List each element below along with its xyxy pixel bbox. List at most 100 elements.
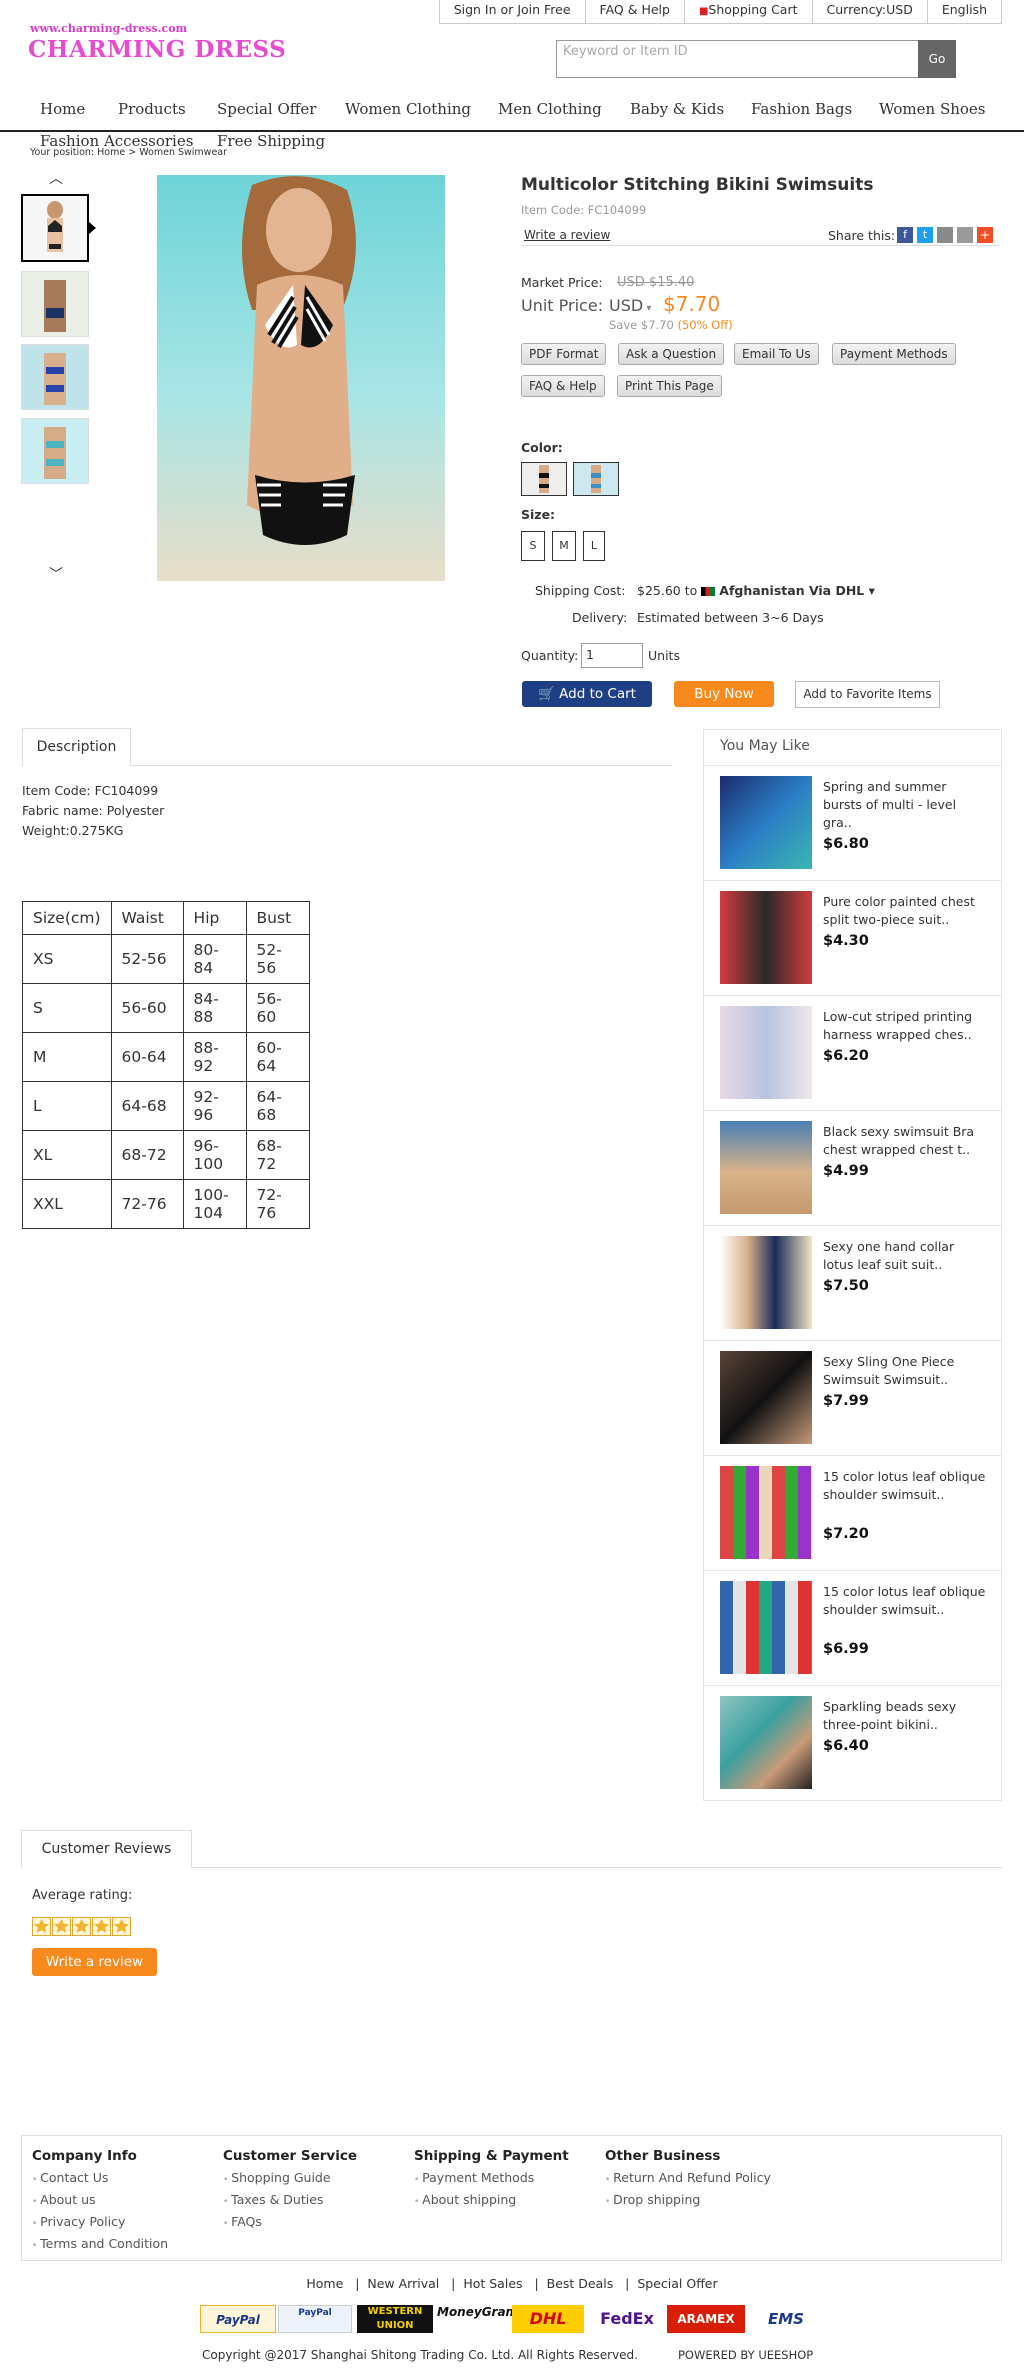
list-item[interactable]: Spring and summer bursts of multi - leve… bbox=[704, 765, 1001, 880]
footer-nav-hot-sales[interactable]: Hot Sales bbox=[463, 2276, 522, 2291]
product-thumbnail[interactable] bbox=[720, 1466, 812, 1559]
footer-link[interactable]: Contact Us bbox=[32, 2168, 168, 2190]
main-nav: Home Products Special Offer Women Clothi… bbox=[0, 92, 1024, 150]
twitter-icon[interactable]: t bbox=[917, 227, 933, 243]
list-item[interactable]: Sexy one hand collar lotus leaf suit sui… bbox=[704, 1225, 1001, 1340]
nav-women-clothing[interactable]: Women Clothing bbox=[345, 100, 471, 118]
list-item[interactable]: Pure color painted chest split two-piece… bbox=[704, 880, 1001, 995]
product-thumbnail[interactable] bbox=[720, 1006, 812, 1099]
footer-links: Company Info Contact Us About us Privacy… bbox=[21, 2135, 1002, 2261]
account-links: Sign In or Join Free bbox=[440, 0, 585, 23]
product-name[interactable]: Sparkling beads sexy three-point bikini.… bbox=[823, 1698, 988, 1734]
email-to-us-button[interactable]: Email To Us bbox=[734, 343, 819, 365]
product-name[interactable]: 15 color lotus leaf oblique shoulder swi… bbox=[823, 1583, 988, 1619]
footer-link[interactable]: Privacy Policy bbox=[32, 2212, 168, 2234]
sign-in-link[interactable]: Sign In bbox=[454, 2, 497, 17]
product-thumbnail[interactable] bbox=[720, 1581, 812, 1674]
search-input[interactable]: Keyword or Item ID bbox=[556, 40, 920, 78]
footer-link[interactable]: About shipping bbox=[414, 2190, 569, 2212]
footer-nav-home[interactable]: Home bbox=[306, 2276, 343, 2291]
product-thumbnail[interactable] bbox=[720, 1351, 812, 1444]
cart-link[interactable]: ■Shopping Cart bbox=[683, 0, 812, 23]
nav-baby-kids[interactable]: Baby & Kids bbox=[630, 100, 724, 118]
product-name[interactable]: Black sexy swimsuit Bra chest wrapped ch… bbox=[823, 1123, 988, 1159]
footer-link[interactable]: FAQs bbox=[223, 2212, 357, 2234]
tab-description[interactable]: Description bbox=[22, 728, 131, 766]
product-main-image[interactable] bbox=[157, 175, 445, 581]
product-name[interactable]: Sexy one hand collar lotus leaf suit sui… bbox=[823, 1238, 988, 1274]
quantity-input[interactable]: 1 bbox=[581, 643, 643, 668]
unit-currency-select[interactable]: USD ▾ bbox=[609, 296, 651, 315]
footer-link[interactable]: Payment Methods bbox=[414, 2168, 569, 2190]
footer-nav-special-offer[interactable]: Special Offer bbox=[637, 2276, 717, 2291]
currency-selector[interactable]: Currency:USD bbox=[811, 0, 927, 23]
gallery-thumb[interactable] bbox=[21, 418, 89, 484]
add-to-favorites-button[interactable]: Add to Favorite Items bbox=[795, 681, 940, 708]
footer-link[interactable]: Taxes & Duties bbox=[223, 2190, 357, 2212]
print-icon[interactable] bbox=[937, 227, 953, 243]
color-swatch-black[interactable] bbox=[521, 462, 567, 496]
write-review-button[interactable]: Write a review bbox=[32, 1948, 157, 1976]
product-thumbnail[interactable] bbox=[720, 891, 812, 984]
gallery-up-arrow-icon[interactable]: ︿ bbox=[49, 168, 63, 188]
add-to-cart-button[interactable]: 🛒 Add to Cart bbox=[522, 681, 652, 707]
faq-help-button[interactable]: FAQ & Help bbox=[521, 375, 605, 397]
footer-link[interactable]: Drop shipping bbox=[605, 2190, 771, 2212]
footer-link[interactable]: Shopping Guide bbox=[223, 2168, 357, 2190]
footer-nav-best-deals[interactable]: Best Deals bbox=[547, 2276, 614, 2291]
list-item[interactable]: 15 color lotus leaf oblique shoulder swi… bbox=[704, 1455, 1001, 1570]
nav-free-shipping[interactable]: Free Shipping bbox=[217, 132, 325, 150]
product-name[interactable]: Pure color painted chest split two-piece… bbox=[823, 893, 988, 929]
nav-products[interactable]: Products bbox=[118, 100, 186, 118]
size-option-s[interactable]: S bbox=[521, 531, 545, 561]
nav-special-offer[interactable]: Special Offer bbox=[217, 100, 316, 118]
product-name[interactable]: Sexy Sling One Piece Swimsuit Swimsuit.. bbox=[823, 1353, 988, 1389]
list-item[interactable]: Sexy Sling One Piece Swimsuit Swimsuit..… bbox=[704, 1340, 1001, 1455]
language-selector[interactable]: English bbox=[926, 0, 1001, 23]
addthis-icon[interactable]: + bbox=[977, 227, 993, 243]
search-button[interactable]: Go bbox=[918, 40, 956, 78]
color-label: Color: bbox=[521, 440, 563, 455]
buy-now-button[interactable]: Buy Now bbox=[674, 681, 774, 707]
product-thumbnail[interactable] bbox=[720, 1121, 812, 1214]
tab-customer-reviews[interactable]: Customer Reviews bbox=[21, 1830, 192, 1868]
nav-men-clothing[interactable]: Men Clothing bbox=[498, 100, 602, 118]
logo-url[interactable]: www.charming-dress.com bbox=[30, 22, 187, 35]
size-label: Size: bbox=[521, 507, 556, 522]
gallery-thumb[interactable] bbox=[21, 194, 89, 262]
product-name[interactable]: 15 color lotus leaf oblique shoulder swi… bbox=[823, 1468, 988, 1504]
list-item[interactable]: Black sexy swimsuit Bra chest wrapped ch… bbox=[704, 1110, 1001, 1225]
payment-methods-button[interactable]: Payment Methods bbox=[832, 343, 956, 365]
nav-home[interactable]: Home bbox=[40, 100, 85, 118]
size-option-l[interactable]: L bbox=[583, 531, 605, 561]
product-thumbnail[interactable] bbox=[720, 1236, 812, 1329]
print-page-button[interactable]: Print This Page bbox=[617, 375, 722, 397]
list-item[interactable]: Sparkling beads sexy three-point bikini.… bbox=[704, 1685, 1001, 1800]
nav-fashion-bags[interactable]: Fashion Bags bbox=[751, 100, 852, 118]
list-item[interactable]: 15 color lotus leaf oblique shoulder swi… bbox=[704, 1570, 1001, 1685]
faq-link[interactable]: FAQ & Help bbox=[584, 0, 684, 23]
product-name[interactable]: Spring and summer bursts of multi - leve… bbox=[823, 778, 988, 832]
product-thumbnail[interactable] bbox=[720, 776, 812, 869]
size-option-m[interactable]: M bbox=[552, 531, 576, 561]
footer-nav-new-arrival[interactable]: New Arrival bbox=[367, 2276, 439, 2291]
logo[interactable]: CHARMING DRESS bbox=[28, 36, 286, 63]
facebook-icon[interactable]: f bbox=[897, 227, 913, 243]
footer-link[interactable]: Terms and Condition bbox=[32, 2234, 168, 2256]
nav-women-shoes[interactable]: Women Shoes bbox=[879, 100, 986, 118]
footer-link[interactable]: Return And Refund Policy bbox=[605, 2168, 771, 2190]
write-review-link[interactable]: Write a review bbox=[524, 228, 610, 242]
pdf-format-button[interactable]: PDF Format bbox=[521, 343, 607, 365]
footer-link[interactable]: About us bbox=[32, 2190, 168, 2212]
shipping-destination-select[interactable]: Afghanistan Via DHL ▾ bbox=[719, 583, 875, 598]
product-name[interactable]: Low-cut striped printing harness wrapped… bbox=[823, 1008, 988, 1044]
list-item[interactable]: Low-cut striped printing harness wrapped… bbox=[704, 995, 1001, 1110]
gallery-thumb[interactable] bbox=[21, 271, 89, 337]
gallery-down-arrow-icon[interactable]: ﹀ bbox=[49, 564, 63, 584]
gallery-thumb[interactable] bbox=[21, 344, 89, 410]
ask-question-button[interactable]: Ask a Question bbox=[618, 343, 725, 365]
product-thumbnail[interactable] bbox=[720, 1696, 812, 1789]
join-free-link[interactable]: Join Free bbox=[517, 2, 570, 17]
color-swatch-blue[interactable] bbox=[573, 462, 619, 496]
email-icon[interactable] bbox=[957, 227, 973, 243]
